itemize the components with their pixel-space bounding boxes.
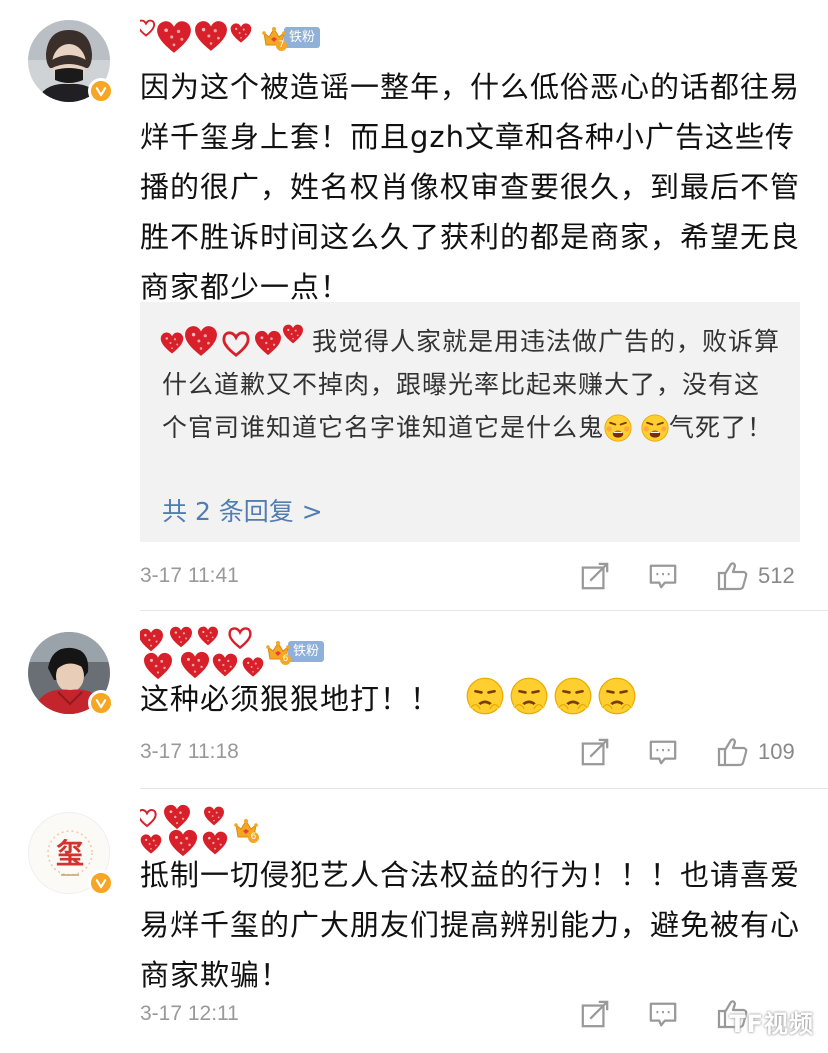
repost-icon [580, 561, 610, 591]
frowning-emoji-icon [466, 677, 504, 715]
heart-icon [136, 19, 252, 53]
fan-label: 铁粉 [288, 640, 325, 662]
crown-icon: 7 [262, 26, 287, 51]
username[interactable] [139, 626, 280, 680]
reply-button[interactable] [648, 734, 678, 770]
frowning-emoji-icon [510, 677, 548, 715]
repost-button[interactable] [580, 734, 610, 770]
divider [140, 788, 828, 789]
comment-icon [648, 737, 678, 767]
like-icon [716, 736, 750, 768]
repost-icon [580, 999, 610, 1029]
comment-text: 因为这个被造谣一整年，什么低俗恶心的话都往易烊千玺身上套！而且gzh文章和各种小… [140, 70, 801, 304]
timestamp: 3-17 12:11 [140, 1002, 239, 1025]
timestamp: 3-17 11:18 [140, 740, 239, 763]
fan-level: 6 [280, 654, 291, 665]
comment-footer: 3-17 11:41 512 [140, 558, 800, 598]
comment-text: 这种必须狠狠地打！！ [140, 674, 800, 724]
heart-icon [160, 324, 303, 357]
fan-badge[interactable]: 6 铁粉 [266, 640, 325, 665]
username[interactable] [136, 12, 280, 60]
comment-content: 这种必须狠狠地打！！ [140, 682, 441, 716]
reply-suffix: 气死了！ [668, 413, 773, 442]
avatar[interactable] [28, 20, 114, 104]
like-count: 512 [758, 563, 795, 588]
verified-badge-icon [88, 78, 114, 104]
comment-item: 玺 6 抵制一切侵犯艺人合法权益的行为！！！也请喜爱易烊千玺的广大朋友们提高辨别… [0, 790, 828, 1053]
crown-icon: 6 [266, 640, 291, 665]
comment-footer: 3-17 12:11 [140, 996, 800, 1036]
timestamp: 3-17 11:41 [140, 564, 239, 587]
avatar[interactable]: 玺 [28, 812, 114, 896]
more-replies-link[interactable]: 共 2 条回复 > [162, 492, 323, 528]
reply-button[interactable] [648, 558, 678, 594]
divider [140, 610, 828, 611]
username[interactable] [137, 804, 280, 857]
comment-icon [648, 561, 678, 591]
reply-text: 我觉得人家就是用违法做广告的，败诉算什么道歉又不掉肉，跟曝光率比起来赚大了，没有… [160, 320, 782, 449]
fan-level: 6 [248, 832, 259, 843]
watermark: TF视频 [729, 1010, 814, 1038]
like-count: 109 [758, 739, 795, 764]
frowning-emoji-icon [598, 677, 636, 715]
verified-badge-icon [88, 870, 114, 896]
avatar[interactable] [28, 632, 114, 716]
frowning-emoji-icon [554, 677, 592, 715]
repost-button[interactable] [580, 558, 610, 594]
avatar-text: 玺 [56, 837, 84, 870]
repost-button[interactable] [580, 996, 610, 1032]
fan-label: 铁粉 [284, 26, 321, 48]
comment-footer: 3-17 11:18 109 [140, 734, 800, 774]
fan-badge[interactable]: 7 铁粉 [262, 26, 321, 51]
comment-text: 抵制一切侵犯艺人合法权益的行为！！！也请喜爱易烊千玺的广大朋友们提高辨别能力，避… [140, 858, 801, 992]
reply-button[interactable] [648, 996, 678, 1032]
comment-item: 6 铁粉 这种必须狠狠地打！！ 3-17 11:18 109 [0, 612, 828, 790]
verified-badge-icon [88, 690, 114, 716]
reply-username[interactable] [160, 324, 312, 358]
like-button[interactable]: 109 [716, 734, 795, 770]
like-icon [716, 560, 750, 592]
comment-item: 7 铁粉 因为这个被造谣一整年，什么低俗恶心的话都往易烊千玺身上套！而且gzh文… [0, 0, 828, 612]
crown-icon: 6 [234, 818, 259, 843]
reply-box[interactable]: 我觉得人家就是用违法做广告的，败诉算什么道歉又不掉肉，跟曝光率比起来赚大了，没有… [140, 302, 800, 542]
comment-icon [648, 999, 678, 1029]
fan-badge[interactable]: 6 [234, 818, 259, 843]
angry-emoji-icon [641, 414, 669, 442]
repost-icon [580, 737, 610, 767]
angry-emoji-icon [604, 414, 632, 442]
fan-level: 7 [276, 40, 287, 51]
like-button[interactable]: 512 [716, 558, 795, 594]
